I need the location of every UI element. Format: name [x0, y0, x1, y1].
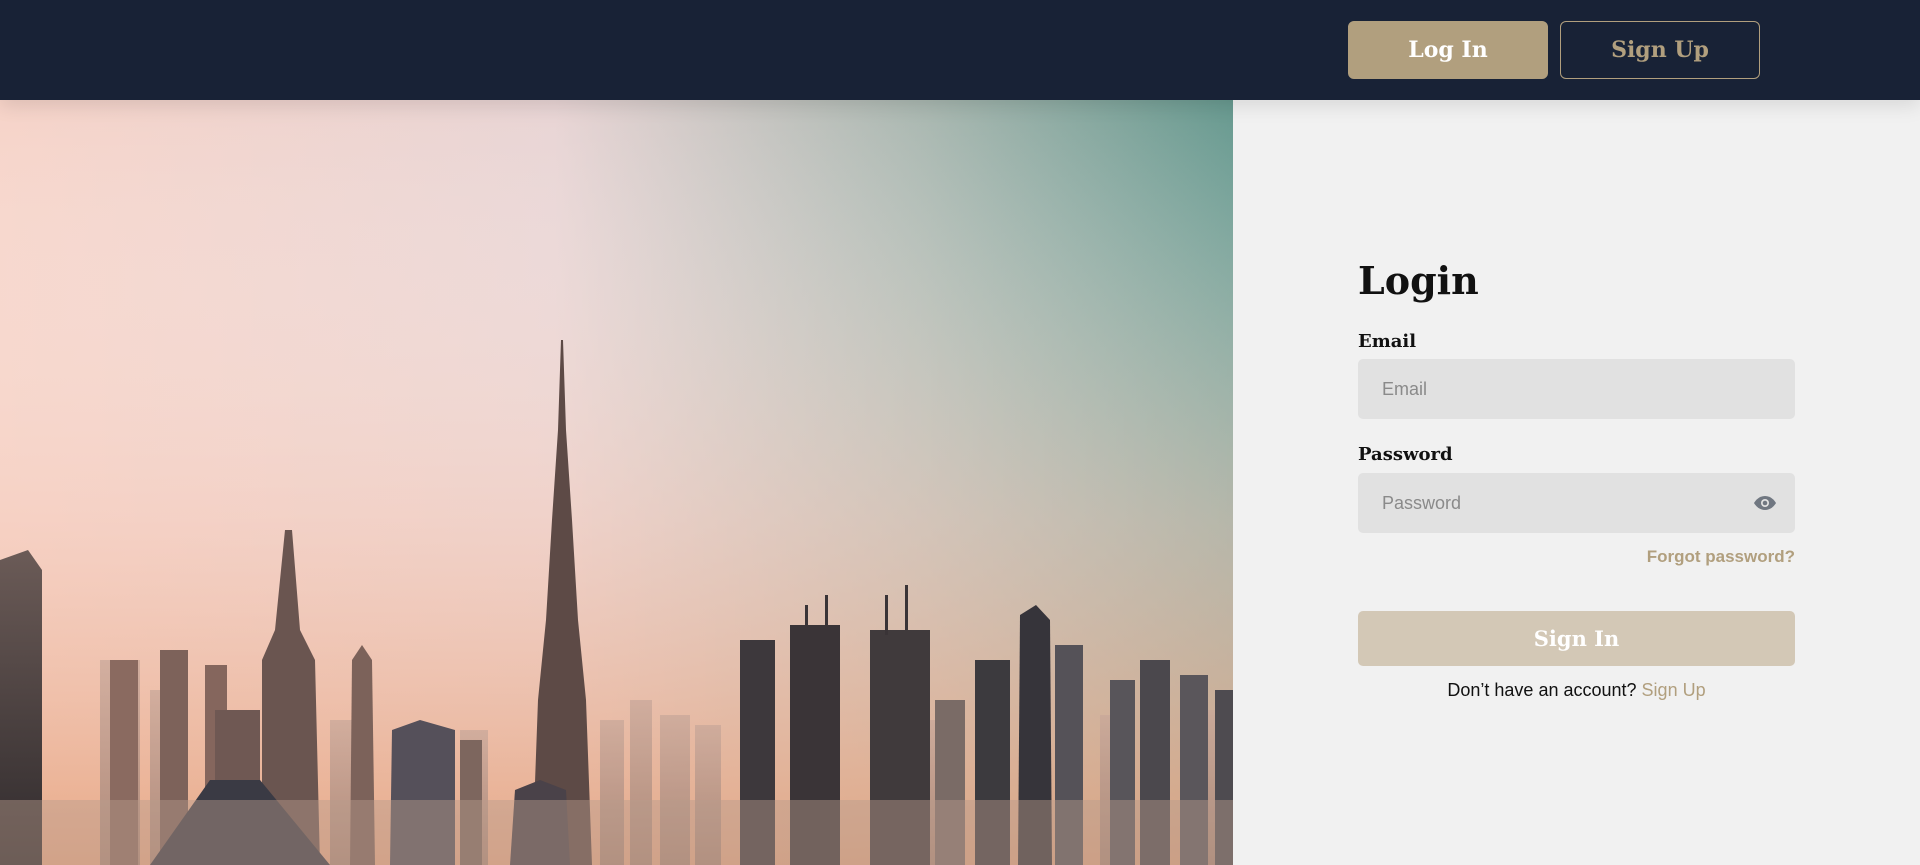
page-title: Login	[1358, 258, 1479, 303]
header-login-button[interactable]: Log In	[1348, 21, 1548, 79]
signup-link[interactable]: Sign Up	[1642, 680, 1706, 700]
password-field[interactable]	[1358, 473, 1795, 533]
header-signup-button[interactable]: Sign Up	[1560, 21, 1760, 79]
eye-icon[interactable]	[1754, 492, 1776, 514]
no-account-text: Don’t have an account?	[1447, 680, 1637, 700]
email-field[interactable]	[1358, 359, 1795, 419]
sign-in-button[interactable]: Sign In	[1358, 611, 1795, 666]
top-navbar: Log In Sign Up	[0, 0, 1920, 100]
email-label: Email	[1358, 331, 1417, 352]
signup-prompt: Don’t have an account? Sign Up	[1358, 680, 1795, 701]
city-skyline-image	[0, 100, 1233, 865]
password-label: Password	[1358, 444, 1453, 465]
forgot-password-link[interactable]: Forgot password?	[1647, 547, 1795, 567]
